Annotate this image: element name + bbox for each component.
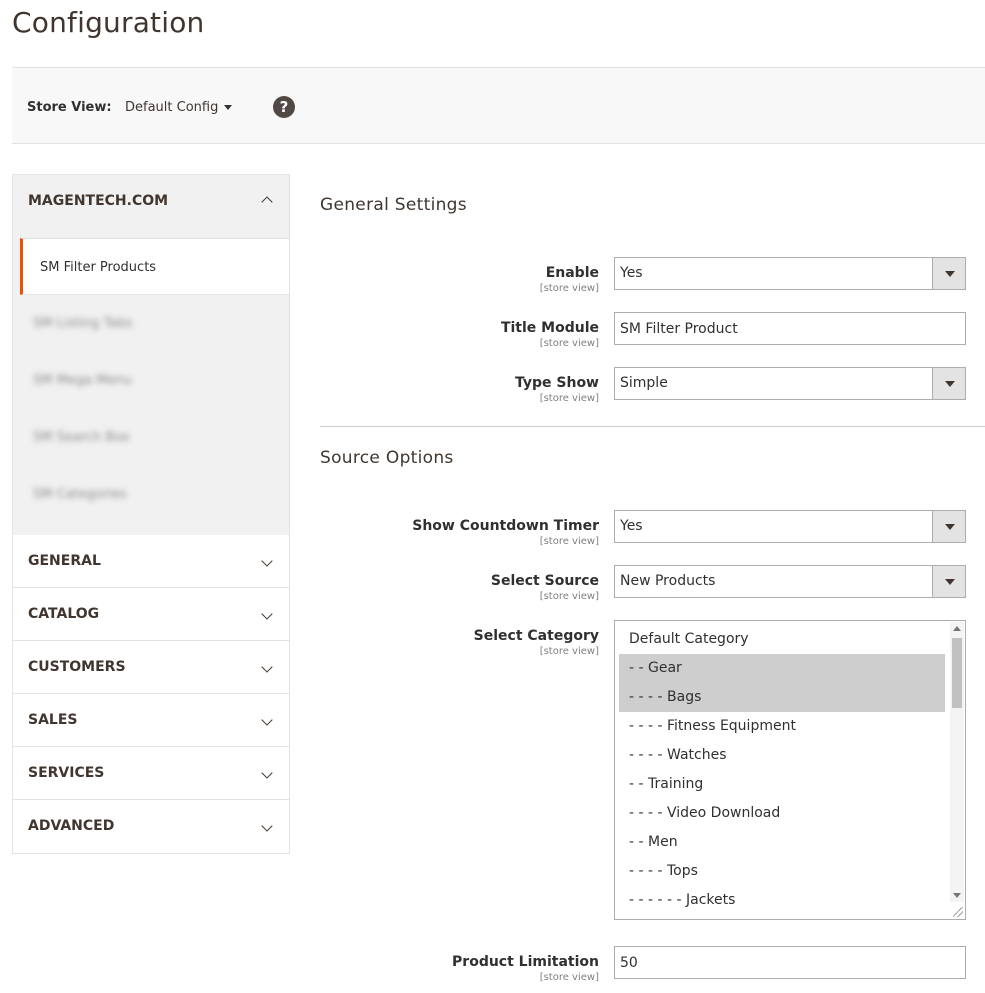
- type-show-scope: [store view]: [539, 393, 599, 404]
- tab-magentech-items: SM Filter Products SM Listing Tabs SM Me…: [13, 238, 289, 535]
- section-title-general-settings[interactable]: General Settings: [320, 195, 467, 215]
- type-show-value: Simple: [620, 375, 668, 391]
- category-option-list: Default Category - - Gear - - - - Bags - - …: [619, 625, 945, 915]
- type-show-select[interactable]: Simple: [614, 367, 966, 400]
- page-title: Configuration: [12, 6, 205, 39]
- tab-label: MAGENTECH.COM: [28, 193, 169, 209]
- tab-services[interactable]: SERVICES: [13, 747, 289, 800]
- chevron-down-icon: [261, 608, 273, 620]
- title-module-scope: [store view]: [539, 338, 599, 349]
- config-sidebar: MAGENTECH.COM SM Filter Products SM List…: [12, 174, 290, 854]
- chevron-down-icon: [261, 661, 273, 673]
- tab-label: GENERAL: [28, 553, 101, 569]
- tab-label: CATALOG: [28, 606, 100, 622]
- sidebar-item-label: SM Filter Products: [40, 260, 157, 275]
- store-view-switcher[interactable]: Default Config: [125, 100, 233, 115]
- tab-catalog[interactable]: CATALOG: [13, 588, 289, 641]
- enable-scope: [store view]: [539, 283, 599, 294]
- store-view-label: Store View:: [27, 100, 112, 115]
- product-limitation-scope: [store view]: [539, 972, 599, 983]
- sidebar-item-blurred[interactable]: SM Search Box: [13, 409, 289, 466]
- enable-select[interactable]: Yes: [614, 257, 966, 290]
- countdown-scope: [store view]: [539, 536, 599, 547]
- tab-customers[interactable]: CUSTOMERS: [13, 641, 289, 694]
- select-source-scope: [store view]: [539, 591, 599, 602]
- enable-label: Enable: [545, 265, 599, 281]
- sidebar-item-label: SM Categories: [33, 487, 127, 502]
- category-option[interactable]: - - Training: [619, 770, 945, 799]
- countdown-select[interactable]: Yes: [614, 510, 966, 543]
- category-option[interactable]: - - - - Video Download: [619, 799, 945, 828]
- tab-magentech[interactable]: MAGENTECH.COM: [13, 175, 289, 238]
- tab-label: ADVANCED: [28, 818, 115, 834]
- help-icon[interactable]: ?: [273, 96, 295, 118]
- tab-label: CUSTOMERS: [28, 659, 126, 675]
- category-option[interactable]: - - - - Watches: [619, 741, 945, 770]
- chevron-up-icon: [261, 196, 273, 208]
- tab-general[interactable]: GENERAL: [13, 535, 289, 588]
- category-option[interactable]: - - Gear: [619, 654, 945, 683]
- category-option[interactable]: - - - - Bags: [619, 683, 945, 712]
- sidebar-item-blurred[interactable]: SM Mega Menu: [13, 352, 289, 409]
- category-option[interactable]: Default Category: [619, 625, 945, 654]
- select-category-multiselect[interactable]: Default Category - - Gear - - - - Bags - - …: [614, 620, 966, 920]
- chevron-down-icon: [261, 767, 273, 779]
- sidebar-item-sm-filter-products[interactable]: SM Filter Products: [20, 238, 289, 295]
- tab-advanced[interactable]: ADVANCED: [13, 800, 289, 853]
- select-source-select[interactable]: New Products: [614, 565, 966, 598]
- dropdown-arrow-icon: [932, 258, 965, 289]
- scroll-up-icon[interactable]: [953, 626, 961, 631]
- tab-label: SERVICES: [28, 765, 105, 781]
- title-module-label: Title Module: [500, 320, 599, 336]
- dropdown-arrow-icon: [932, 511, 965, 542]
- chevron-down-icon: [261, 714, 273, 726]
- category-option[interactable]: - - - - - - Jackets: [619, 886, 945, 915]
- caret-down-icon: [224, 105, 233, 110]
- product-limitation-label: Product Limitation: [452, 954, 599, 970]
- title-module-input[interactable]: [614, 312, 966, 345]
- category-option[interactable]: - - Men: [619, 828, 945, 857]
- enable-value: Yes: [620, 265, 643, 281]
- dropdown-arrow-icon: [932, 566, 965, 597]
- tab-sales[interactable]: SALES: [13, 694, 289, 747]
- section-title-source-options[interactable]: Source Options: [320, 448, 454, 468]
- select-source-label: Select Source: [490, 573, 599, 589]
- section-divider: [320, 426, 985, 427]
- scroll-down-icon[interactable]: [953, 893, 961, 898]
- scroll-thumb[interactable]: [952, 638, 962, 708]
- sidebar-item-label: SM Search Box: [33, 430, 130, 445]
- sidebar-item-label: SM Mega Menu: [33, 373, 132, 388]
- resize-handle-icon[interactable]: [953, 907, 963, 917]
- dropdown-arrow-icon: [932, 368, 965, 399]
- multiselect-scrollbar[interactable]: [950, 622, 964, 902]
- tab-label: SALES: [28, 712, 78, 728]
- sidebar-item-blurred[interactable]: SM Categories: [13, 466, 289, 523]
- store-view-selected: Default Config: [125, 100, 219, 115]
- type-show-label: Type Show: [514, 375, 599, 391]
- sidebar-item-label: SM Listing Tabs: [33, 316, 133, 331]
- chevron-down-icon: [261, 555, 273, 567]
- select-source-value: New Products: [620, 573, 716, 589]
- select-category-scope: [store view]: [539, 646, 599, 657]
- sidebar-item-blurred[interactable]: SM Listing Tabs: [13, 295, 289, 352]
- chevron-down-icon: [261, 820, 273, 832]
- product-limitation-input[interactable]: [614, 946, 966, 979]
- category-option[interactable]: - - - - Tops: [619, 857, 945, 886]
- select-category-label: Select Category: [473, 628, 599, 644]
- category-option[interactable]: - - - - Fitness Equipment: [619, 712, 945, 741]
- store-view-bar: Store View: Default Config ?: [12, 67, 985, 144]
- countdown-value: Yes: [620, 518, 643, 534]
- countdown-label: Show Countdown Timer: [412, 518, 599, 534]
